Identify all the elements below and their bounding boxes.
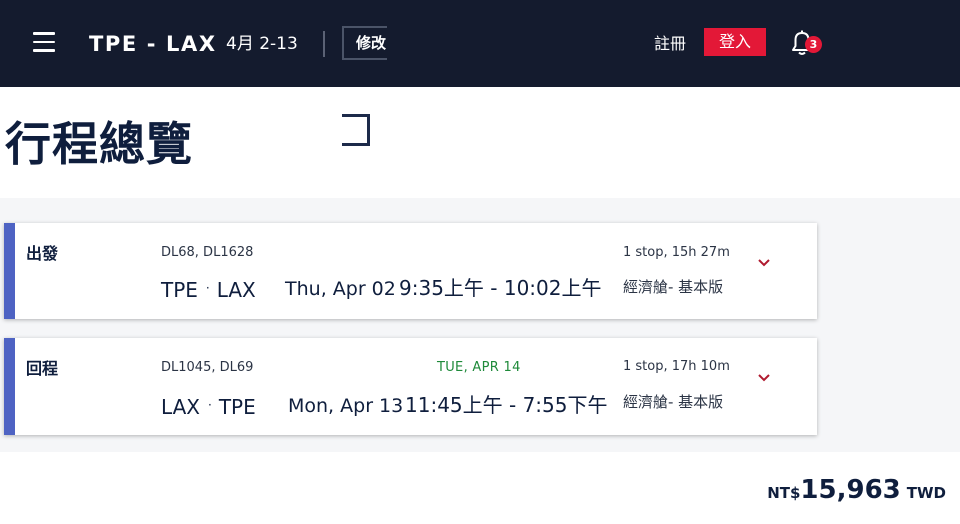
subnav-item[interactable]: —— — [739, 87, 765, 92]
trip-dates: 4月 2-13 — [226, 34, 298, 54]
leg-label: 回程 — [26, 359, 59, 378]
chevron-down-icon[interactable] — [757, 373, 771, 383]
card-accent-bar — [4, 338, 15, 435]
arrival-date-change-notice: TUE, APR 14 — [437, 360, 521, 375]
flight-date: Mon, Apr 13 — [288, 395, 404, 417]
stops-duration: 1 stop, 17h 10m — [623, 359, 730, 374]
route-separator: · — [207, 398, 212, 412]
route-airports: LAX · TPE — [161, 392, 256, 420]
origin-airport: TPE — [161, 278, 198, 302]
cabin-class: 經濟艙- 基本版 — [623, 278, 724, 296]
login-button[interactable]: 登入 — [704, 28, 766, 56]
stops-duration: 1 stop, 15h 27m — [623, 245, 730, 260]
subnav-item[interactable]: ——— — [612, 87, 651, 92]
hamburger-menu-icon[interactable] — [33, 32, 55, 52]
top-header-bar: TPE - LAX 4月 2-13 修改 註冊 登入 3 — [0, 0, 960, 87]
currency-code: TWD — [906, 484, 946, 502]
flight-numbers: DL1045, DL69 — [161, 360, 254, 375]
header-divider — [323, 31, 325, 57]
flight-date: Thu, Apr 02 — [285, 278, 396, 300]
price-amount: 15,963 — [800, 475, 901, 505]
destination-airport: LAX — [216, 278, 256, 302]
card-accent-bar — [4, 223, 15, 319]
route-airports: TPE · LAX — [161, 275, 256, 303]
bracket-decoration — [342, 114, 370, 146]
leg-label: 出發 — [26, 244, 59, 263]
modify-button[interactable]: 修改 — [342, 26, 387, 60]
notification-count-badge: 3 — [805, 36, 822, 53]
flight-times: 11:45上午 - 7:55下午 — [405, 393, 608, 417]
register-link[interactable]: 註冊 — [654, 34, 686, 54]
flight-card-outbound[interactable]: 出發 DL68, DL1628 TPE · LAX Thu, Apr 02 9:35… — [4, 223, 817, 319]
subnav-item[interactable]: ——— — [398, 87, 437, 92]
chevron-down-icon[interactable] — [757, 258, 771, 268]
flight-card-return[interactable]: 回程 DL1045, DL69 TUE, APR 14 LAX · TPE Mon,… — [4, 338, 817, 435]
currency-prefix: NT$ — [767, 484, 801, 502]
total-price: NT$15,963 TWD — [767, 474, 946, 509]
destination-airport: TPE — [218, 395, 256, 419]
flight-times: 9:35上午 - 10:02上午 — [399, 276, 602, 300]
route-separator: · — [205, 281, 210, 295]
flight-numbers: DL68, DL1628 — [161, 245, 254, 260]
page-title: 行程總覽 — [5, 117, 193, 171]
sub-navigation-strip: ——— ——— ——— —— — [0, 87, 960, 92]
notifications-button[interactable]: 3 — [789, 28, 829, 62]
cabin-class: 經濟艙- 基本版 — [623, 393, 724, 411]
subnav-item[interactable]: ——— — [504, 87, 543, 92]
trip-route-title: TPE - LAX — [89, 32, 217, 56]
origin-airport: LAX — [161, 395, 200, 419]
